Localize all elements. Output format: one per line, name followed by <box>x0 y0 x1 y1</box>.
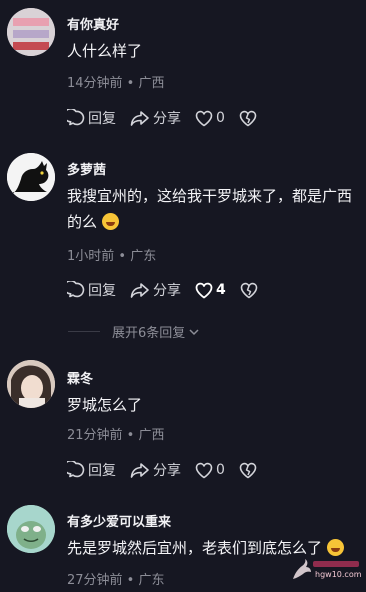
comment-actions: 回复 分享 0 <box>67 459 274 481</box>
expand-replies-button[interactable]: 展开6条回复 <box>68 322 200 341</box>
comment-meta: 21分钟前 • 广西 <box>67 428 165 443</box>
heart-icon <box>195 110 213 126</box>
reply-label: 回复 <box>88 463 116 479</box>
watermark-logo: hgw10.com <box>289 557 362 581</box>
reply-icon <box>67 281 85 298</box>
reply-icon <box>67 461 85 478</box>
comment-actions: 回复 分享 4 <box>67 279 275 301</box>
watermark-text: hgw10.com <box>315 570 361 579</box>
username[interactable]: 有多少爱可以重来 <box>67 511 171 530</box>
reply-label: 回复 <box>88 283 116 299</box>
comment-text-line: 的么 <box>67 210 119 234</box>
comment-text-tail: 的么 <box>67 213 98 231</box>
broken-heart-icon <box>240 282 258 298</box>
comment-meta: 1小时前 • 广东 <box>67 249 157 264</box>
broken-heart-icon <box>239 462 257 478</box>
reply-button[interactable]: 回复 <box>67 280 116 300</box>
reply-icon <box>67 109 85 126</box>
comment-text: 罗城怎么了 <box>67 396 143 414</box>
like-button[interactable]: 0 <box>195 462 225 479</box>
dislike-button[interactable] <box>239 462 260 479</box>
share-icon <box>130 111 149 126</box>
share-icon <box>130 463 149 478</box>
share-button[interactable]: 分享 <box>130 108 181 128</box>
share-label: 分享 <box>153 111 181 127</box>
like-count: 0 <box>216 462 225 478</box>
reply-label: 回复 <box>88 111 116 127</box>
avatar[interactable] <box>7 8 55 56</box>
share-label: 分享 <box>153 463 181 479</box>
username[interactable]: 多萝茜 <box>67 159 106 178</box>
like-count: 0 <box>216 110 225 126</box>
avatar[interactable] <box>7 153 55 201</box>
comment-text-line: 我搜宜州的，这给我干罗城来了，都是广西 <box>67 187 353 205</box>
broken-heart-icon <box>239 110 257 126</box>
dislike-button[interactable] <box>239 110 260 127</box>
comment-text: 先是罗城然后宜州，老表们到底怎么了 <box>67 539 323 557</box>
reply-button[interactable]: 回复 <box>67 460 116 480</box>
expand-replies-label: 展开6条回复 <box>112 326 186 341</box>
comment-text: 人什么样了 <box>67 42 143 60</box>
laughing-tears-emoji-icon <box>326 539 344 556</box>
comment-meta: 14分钟前 • 广西 <box>67 76 165 91</box>
share-button[interactable]: 分享 <box>130 280 181 300</box>
username[interactable]: 有你真好 <box>67 14 119 33</box>
comment-meta: 27分钟前 • 广东 <box>67 573 165 588</box>
like-button[interactable]: 0 <box>195 110 225 127</box>
share-icon <box>130 283 149 298</box>
laughing-tears-emoji-icon <box>101 213 119 230</box>
reply-button[interactable]: 回复 <box>67 108 116 128</box>
divider <box>68 331 100 332</box>
share-label: 分享 <box>153 283 181 299</box>
comment-actions: 回复 分享 0 <box>67 107 274 129</box>
dislike-button[interactable] <box>240 282 261 299</box>
heart-icon <box>195 282 213 298</box>
avatar[interactable] <box>7 360 55 408</box>
avatar[interactable] <box>7 505 55 553</box>
like-button[interactable]: 4 <box>195 282 226 299</box>
username[interactable]: 霖冬 <box>67 368 93 387</box>
chevron-down-icon <box>189 328 199 335</box>
heart-icon <box>195 462 213 478</box>
share-button[interactable]: 分享 <box>130 460 181 480</box>
like-count: 4 <box>216 282 226 298</box>
